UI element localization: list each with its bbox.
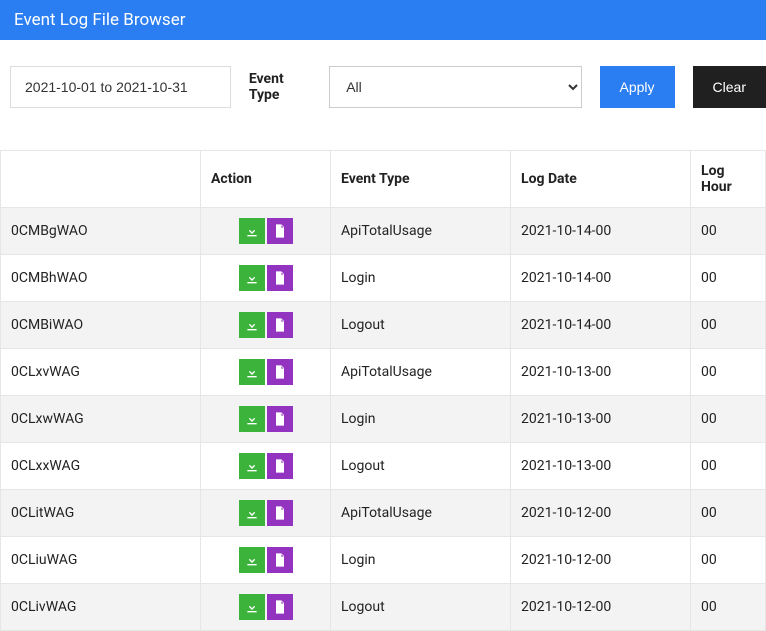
table-row: 0CMBhWAO Login2021-10-14-0000 [1, 255, 766, 302]
cell-log-date: 2021-10-12-00 [511, 584, 691, 631]
cell-log-date: 2021-10-14-00 [511, 255, 691, 302]
header-event-type: Event Type [331, 151, 511, 208]
table-row: 0CMBgWAO ApiTotalUsage2021-10-14-0000 [1, 208, 766, 255]
file-icon[interactable] [267, 594, 293, 620]
download-icon[interactable] [239, 453, 265, 479]
cell-id: 0CLxxWAG [1, 443, 201, 490]
cell-log-hour: 00 [691, 349, 766, 396]
download-icon[interactable] [239, 312, 265, 338]
event-type-label: Event Type [249, 71, 311, 103]
download-icon[interactable] [239, 359, 265, 385]
download-icon[interactable] [239, 406, 265, 432]
cell-log-date: 2021-10-14-00 [511, 302, 691, 349]
filters-bar: Event Type All Apply Clear [0, 40, 766, 126]
event-log-table: Action Event Type Log Date Log Hour 0CMB… [0, 150, 766, 631]
download-icon[interactable] [239, 547, 265, 573]
header-id [1, 151, 201, 208]
cell-log-date: 2021-10-14-00 [511, 208, 691, 255]
cell-action [201, 208, 331, 255]
cell-log-date: 2021-10-12-00 [511, 537, 691, 584]
cell-id: 0CLxvWAG [1, 349, 201, 396]
cell-action [201, 396, 331, 443]
file-icon[interactable] [267, 218, 293, 244]
file-icon[interactable] [267, 265, 293, 291]
cell-id: 0CMBhWAO [1, 255, 201, 302]
page-title: Event Log File Browser [14, 10, 185, 30]
header-log-date: Log Date [511, 151, 691, 208]
cell-event-type: ApiTotalUsage [331, 208, 511, 255]
cell-log-hour: 00 [691, 302, 766, 349]
cell-log-hour: 00 [691, 443, 766, 490]
page-header: Event Log File Browser [0, 0, 766, 40]
table-row: 0CLitWAG ApiTotalUsage2021-10-12-0000 [1, 490, 766, 537]
table-row: 0CMBiWAO Logout2021-10-14-0000 [1, 302, 766, 349]
table-header-row: Action Event Type Log Date Log Hour [1, 151, 766, 208]
cell-action [201, 490, 331, 537]
file-icon[interactable] [267, 547, 293, 573]
cell-action [201, 302, 331, 349]
cell-event-type: ApiTotalUsage [331, 490, 511, 537]
cell-id: 0CMBgWAO [1, 208, 201, 255]
file-icon[interactable] [267, 406, 293, 432]
cell-id: 0CLivWAG [1, 584, 201, 631]
table-row: 0CLxvWAG ApiTotalUsage2021-10-13-0000 [1, 349, 766, 396]
cell-id: 0CLiuWAG [1, 537, 201, 584]
cell-log-date: 2021-10-13-00 [511, 443, 691, 490]
file-icon[interactable] [267, 500, 293, 526]
cell-event-type: Logout [331, 443, 511, 490]
cell-log-hour: 00 [691, 490, 766, 537]
cell-action [201, 537, 331, 584]
header-action: Action [201, 151, 331, 208]
table-row: 0CLxxWAG Logout2021-10-13-0000 [1, 443, 766, 490]
cell-log-hour: 00 [691, 396, 766, 443]
cell-log-hour: 00 [691, 208, 766, 255]
cell-event-type: ApiTotalUsage [331, 349, 511, 396]
header-log-hour: Log Hour [691, 151, 766, 208]
cell-log-hour: 00 [691, 537, 766, 584]
cell-action [201, 255, 331, 302]
download-icon[interactable] [239, 594, 265, 620]
cell-action [201, 349, 331, 396]
cell-action [201, 584, 331, 631]
cell-event-type: Login [331, 255, 511, 302]
download-icon[interactable] [239, 265, 265, 291]
file-icon[interactable] [267, 359, 293, 385]
cell-log-date: 2021-10-12-00 [511, 490, 691, 537]
download-icon[interactable] [239, 218, 265, 244]
cell-event-type: Login [331, 537, 511, 584]
cell-event-type: Login [331, 396, 511, 443]
cell-log-date: 2021-10-13-00 [511, 349, 691, 396]
file-icon[interactable] [267, 453, 293, 479]
download-icon[interactable] [239, 500, 265, 526]
cell-log-date: 2021-10-13-00 [511, 396, 691, 443]
table-row: 0CLivWAG Logout2021-10-12-0000 [1, 584, 766, 631]
date-range-input[interactable] [10, 66, 231, 108]
cell-id: 0CMBiWAO [1, 302, 201, 349]
cell-event-type: Logout [331, 584, 511, 631]
cell-id: 0CLxwWAG [1, 396, 201, 443]
file-icon[interactable] [267, 312, 293, 338]
cell-log-hour: 00 [691, 584, 766, 631]
cell-action [201, 443, 331, 490]
cell-event-type: Logout [331, 302, 511, 349]
apply-button[interactable]: Apply [600, 66, 675, 108]
event-type-select[interactable]: All [329, 66, 581, 108]
clear-button[interactable]: Clear [693, 66, 766, 108]
cell-log-hour: 00 [691, 255, 766, 302]
table-row: 0CLxwWAG Login2021-10-13-0000 [1, 396, 766, 443]
table-row: 0CLiuWAG Login2021-10-12-0000 [1, 537, 766, 584]
cell-id: 0CLitWAG [1, 490, 201, 537]
